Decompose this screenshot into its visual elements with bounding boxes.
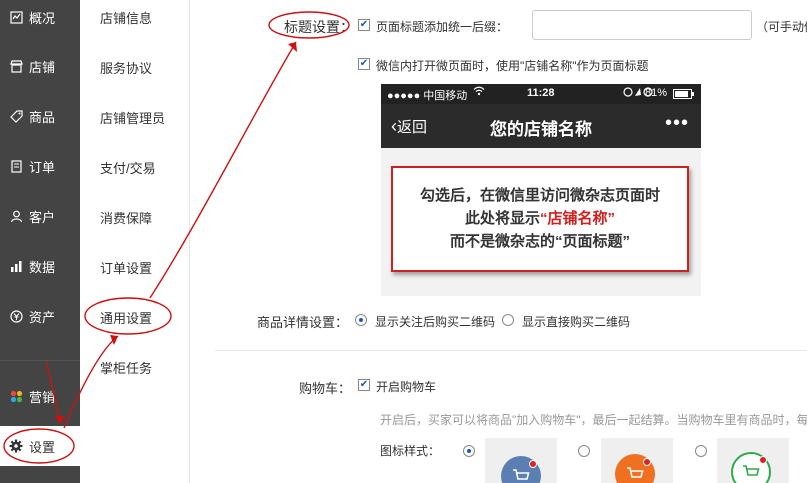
carrier-text: ●●●●● 中国移动: [387, 90, 468, 102]
callout-line3: 而不是微杂志的“页面标题”: [449, 233, 630, 250]
cart-badge-dot: [643, 458, 651, 466]
subnav-item-store-info[interactable]: 店铺信息: [100, 8, 152, 27]
nav-item-settings[interactable]: 设置: [0, 426, 80, 466]
tag-icon: [9, 109, 23, 123]
overview-icon: [9, 10, 23, 24]
cart-enable-label: 开启购物车: [376, 380, 437, 394]
wifi-icon: [473, 86, 485, 99]
wechat-title-checkbox[interactable]: ✔: [358, 58, 370, 70]
order-icon: [9, 159, 23, 173]
cart-hint: 开启后，买家可以将商品"加入购物车"，最后一起结算。当购物车里有商品时，每: [380, 413, 807, 427]
phone-nav-bar: ‹返回 您的店铺名称 •••: [381, 104, 701, 148]
cart-enable-checkbox[interactable]: ✔: [358, 379, 370, 391]
nav-label: 商品: [29, 109, 56, 125]
phone-preview: ●●●●● 中国移动 11:28 81% ‹返回 您的店铺名称 ••• 勾选后，…: [381, 84, 701, 296]
more-icon: •••: [664, 112, 689, 134]
nav-item-goods[interactable]: 商品: [0, 104, 80, 128]
detail-setting-label: 商品详情设置：: [257, 315, 349, 330]
subnav-item-consumer-protection[interactable]: 消费保障: [100, 208, 152, 227]
gear-icon: [9, 439, 23, 453]
callout-highlight: “店铺名称”: [540, 210, 616, 227]
yen-icon: [9, 309, 23, 323]
icon-style1-radio[interactable]: [463, 445, 475, 457]
icon-style1-preview[interactable]: [485, 438, 557, 483]
main-content: 标题设置： ✔ 页面标题添加统一后缀： （可手动修 ✔ 微信内打开微页面时，使用…: [191, 0, 807, 483]
nav-item-overview[interactable]: 概况: [0, 5, 80, 29]
detail-option1-label: 显示关注后购买二维码: [375, 315, 496, 329]
subnav-item-service-agreement[interactable]: 服务协议: [100, 58, 152, 77]
battery-icon: [673, 89, 695, 102]
battery-percent: 81%: [645, 87, 668, 99]
icon-style3-preview[interactable]: [717, 438, 789, 483]
phone-time: 11:28: [527, 87, 555, 99]
cart-badge-dot: [759, 456, 767, 464]
nav-item-store[interactable]: 店铺: [0, 54, 80, 78]
nav-item-customers[interactable]: 客户: [0, 204, 80, 228]
detail-option1-radio[interactable]: [355, 314, 367, 326]
callout-line1: 勾选后，在微信里访问微杂志页面时: [419, 187, 660, 204]
nav-label: 订单: [29, 159, 56, 175]
nav-item-data[interactable]: 数据: [0, 254, 80, 278]
subnav-item-general-settings[interactable]: 通用设置: [100, 308, 152, 327]
nav-label: 资产: [29, 309, 56, 325]
title-suffix-checkbox[interactable]: ✔: [358, 19, 370, 31]
nav-label: 设置: [29, 439, 56, 455]
icon-style2-radio[interactable]: [578, 445, 590, 457]
nav-label: 概况: [29, 10, 56, 26]
settings-subnav: 店铺信息 服务协议 店铺管理员 支付/交易 消费保障 订单设置 通用设置 掌柜任…: [80, 0, 190, 483]
icon-style-label: 图标样式：: [380, 444, 441, 458]
phone-status-bar: ●●●●● 中国移动 11:28 81%: [381, 84, 701, 104]
phone-page-title: 您的店铺名称: [490, 120, 592, 139]
nav-item-marketing[interactable]: 营销: [0, 384, 80, 408]
wechat-title-label: 微信内打开微页面时，使用"店铺名称"作为页面标题: [376, 59, 649, 73]
main-nav: 概况 店铺 商品 订单 客户 数据 资产 营销 设置: [0, 0, 80, 483]
nav-label: 营销: [29, 389, 56, 405]
subnav-item-payment[interactable]: 支付/交易: [100, 158, 156, 177]
customer-icon: [9, 209, 23, 223]
nav-label: 数据: [29, 259, 56, 275]
icon-style2-preview[interactable]: [601, 438, 673, 483]
subnav-item-shopkeeper-tasks[interactable]: 掌柜任务: [100, 358, 152, 377]
detail-option2-label: 显示直接购买二维码: [522, 315, 631, 329]
store-icon: [9, 59, 23, 73]
cart-badge-dot: [529, 460, 537, 468]
nav-item-assets[interactable]: 资产: [0, 304, 80, 328]
nav-label: 客户: [29, 209, 56, 225]
subnav-item-order-settings[interactable]: 订单设置: [100, 258, 152, 277]
nav-item-orders[interactable]: 订单: [0, 154, 80, 178]
chart-icon: [9, 259, 23, 273]
callout-line2: 此处将显示“店铺名称”: [393, 207, 687, 230]
callout-line2-text: 此处将显示: [464, 210, 540, 227]
title-suffix-label: 页面标题添加统一后缀：: [376, 20, 509, 34]
marketing-icon: [9, 389, 23, 403]
title-suffix-note: （可手动修: [756, 20, 807, 34]
nav-divider: [0, 360, 80, 361]
callout-box: 勾选后，在微信里访问微杂志页面时 此处将显示“店铺名称” 而不是微杂志的“页面标…: [391, 166, 689, 272]
title-setting-label: 标题设置：: [284, 19, 354, 35]
section-divider: [215, 350, 807, 351]
detail-option2-radio[interactable]: [502, 314, 514, 326]
subnav-item-store-admins[interactable]: 店铺管理员: [100, 108, 165, 127]
cart-label: 购物车：: [299, 381, 352, 396]
title-suffix-input[interactable]: [532, 10, 752, 40]
icon-style3-radio[interactable]: [695, 445, 707, 457]
nav-label: 店铺: [29, 59, 56, 75]
